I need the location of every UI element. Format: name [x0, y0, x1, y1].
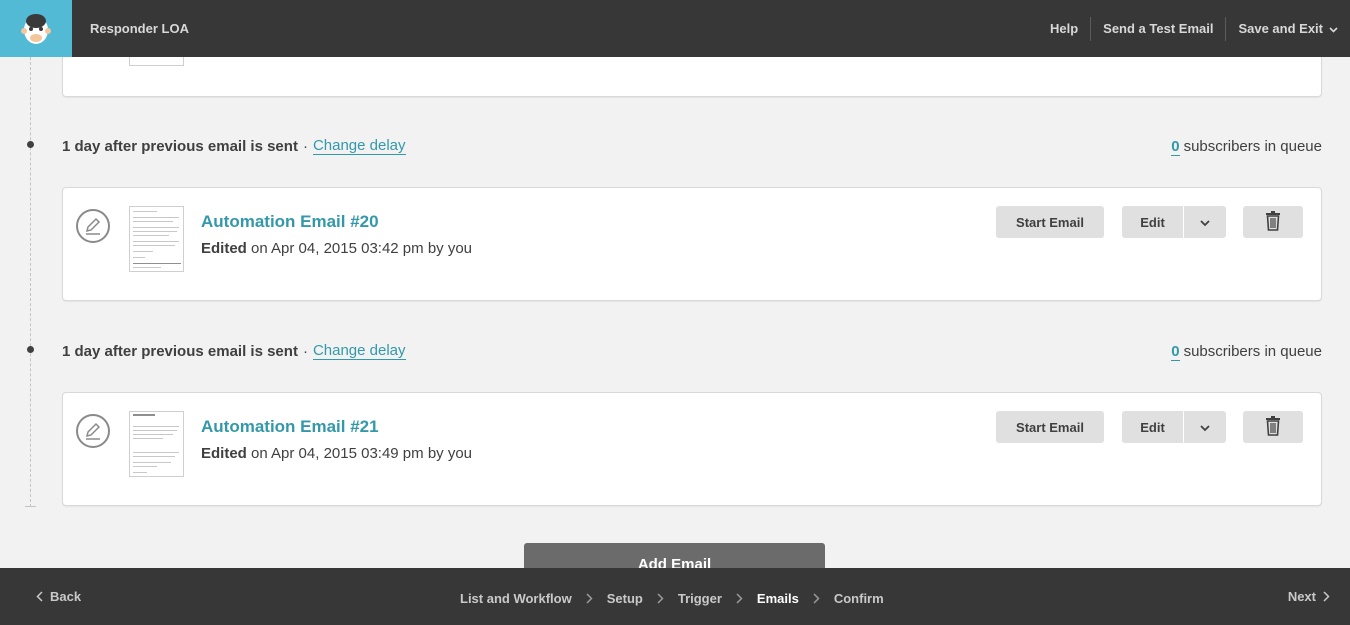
pencil-icon[interactable] — [76, 209, 110, 243]
edited-label: Edited — [201, 240, 247, 257]
bottom-bar: Back List and Workflow Setup Trigger Ema… — [0, 568, 1350, 625]
delay-row: 1 day after previous email is sent · Cha… — [62, 134, 1322, 158]
campaign-title: Responder LOA — [90, 21, 189, 36]
timeline-line — [30, 57, 31, 507]
wizard-steps: List and Workflow Setup Trigger Emails C… — [460, 568, 884, 625]
send-test-email-link[interactable]: Send a Test Email — [1091, 17, 1225, 41]
step-emails[interactable]: Emails — [757, 591, 799, 606]
queue-count-link[interactable]: 0 — [1171, 342, 1180, 361]
start-email-button[interactable]: Start Email — [996, 206, 1104, 238]
delay-text: 1 day after previous email is sent — [62, 342, 298, 360]
edit-options-dropdown[interactable] — [1184, 206, 1226, 238]
email-edited-info: Edited on Apr 04, 2015 03:49 pm by you — [201, 445, 472, 462]
edited-details: on Apr 04, 2015 03:42 pm by you — [251, 240, 473, 257]
step-list-and-workflow[interactable]: List and Workflow — [460, 591, 572, 606]
step-confirm[interactable]: Confirm — [834, 591, 884, 606]
email-thumbnail[interactable] — [129, 411, 184, 477]
save-and-exit-label: Save and Exit — [1238, 20, 1323, 36]
change-delay-link[interactable]: Change delay — [312, 137, 406, 155]
email-card: Automation Email #20 Edited on Apr 04, 2… — [62, 187, 1322, 301]
back-button[interactable]: Back — [36, 568, 81, 625]
separator: · — [302, 342, 308, 360]
queue-info: 0 subscribers in queue — [1171, 137, 1322, 156]
step-setup[interactable]: Setup — [607, 591, 643, 606]
queue-label: subscribers in queue — [1183, 342, 1322, 360]
delete-email-button[interactable] — [1243, 411, 1303, 443]
mailchimp-logo-icon[interactable] — [0, 0, 72, 57]
top-bar: Responder LOA Help Send a Test Email Sav… — [0, 0, 1350, 57]
back-label: Back — [50, 589, 82, 604]
queue-label: subscribers in queue — [1183, 137, 1322, 155]
save-and-exit-menu[interactable]: Save and Exit — [1226, 17, 1350, 41]
trash-icon — [1265, 210, 1281, 234]
timeline-end — [25, 506, 36, 507]
chevron-right-icon — [813, 593, 820, 604]
separator: · — [302, 137, 308, 155]
chevron-right-icon — [586, 593, 593, 604]
email-card: Automation Email #21 Edited on Apr 04, 2… — [62, 392, 1322, 506]
next-label: Next — [1287, 589, 1316, 604]
email-edited-info: Edited on Apr 04, 2015 03:42 pm by you — [201, 240, 472, 257]
top-nav: Help Send a Test Email Save and Exit — [1038, 0, 1350, 57]
delete-email-button[interactable] — [1243, 206, 1303, 238]
queue-count-link[interactable]: 0 — [1171, 137, 1180, 156]
edited-label: Edited — [201, 445, 247, 462]
pencil-icon[interactable] — [76, 414, 110, 448]
email-title-link[interactable]: Automation Email #20 — [201, 212, 379, 232]
change-delay-link[interactable]: Change delay — [312, 342, 406, 360]
email-title-link[interactable]: Automation Email #21 — [201, 417, 379, 437]
queue-info: 0 subscribers in queue — [1171, 342, 1322, 361]
email-card-previous — [62, 40, 1322, 97]
step-trigger[interactable]: Trigger — [678, 591, 722, 606]
chevron-right-icon — [1323, 591, 1330, 602]
chevron-right-icon — [657, 593, 664, 604]
edit-button[interactable]: Edit — [1122, 411, 1183, 443]
chevron-left-icon — [36, 591, 43, 602]
chevron-down-icon — [1200, 420, 1210, 435]
edit-options-dropdown[interactable] — [1184, 411, 1226, 443]
chevron-down-icon — [1329, 17, 1338, 41]
edited-details: on Apr 04, 2015 03:49 pm by you — [251, 445, 473, 462]
start-email-button[interactable]: Start Email — [996, 411, 1104, 443]
timeline-dot — [27, 141, 34, 148]
chevron-down-icon — [1200, 215, 1210, 230]
delay-row: 1 day after previous email is sent · Cha… — [62, 339, 1322, 363]
trash-icon — [1265, 415, 1281, 439]
help-link[interactable]: Help — [1038, 17, 1090, 41]
next-button[interactable]: Next — [1288, 568, 1330, 625]
delay-text: 1 day after previous email is sent — [62, 137, 298, 155]
chevron-right-icon — [736, 593, 743, 604]
email-thumbnail[interactable] — [129, 206, 184, 272]
timeline-dot — [27, 346, 34, 353]
edit-button[interactable]: Edit — [1122, 206, 1183, 238]
